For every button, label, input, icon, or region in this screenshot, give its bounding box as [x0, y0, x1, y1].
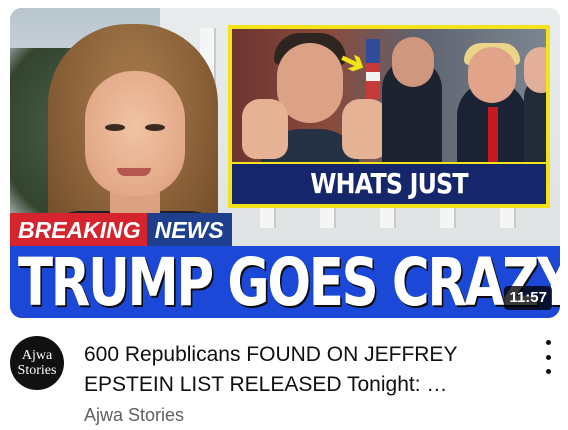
inset-caption: WHATS JUST HAPPEND [232, 162, 546, 204]
channel-avatar[interactable]: Ajwa Stories [10, 336, 64, 390]
video-title[interactable]: 600 Republicans FOUND ON JEFFREY EPSTEIN… [84, 340, 504, 400]
inset-photo: ➔ WHATS JUST HAPPEND [228, 25, 550, 208]
channel-name[interactable]: Ajwa Stories [84, 405, 184, 426]
thumbnail-headline: TRUMP GOES CRAZY!! [18, 244, 560, 318]
video-duration-badge: 11:57 [504, 286, 552, 310]
avatar-text-line2: Stories [17, 363, 57, 378]
breaking-news-banner: BREAKING NEWS [10, 213, 232, 247]
avatar-text-line1: Ajwa [21, 348, 53, 363]
news-label: NEWS [146, 213, 232, 247]
video-meta: Ajwa Stories 600 Republicans FOUND ON JE… [10, 336, 560, 430]
more-vert-icon[interactable] [540, 340, 556, 374]
video-title-line1: 600 Republicans FOUND ON JEFFREY [84, 343, 458, 366]
video-title-line2: EPSTEIN LIST RELEASED Tonight: … [84, 373, 448, 396]
video-thumbnail[interactable]: ➔ WHATS JUST HAPPEND BREAKING NEWS TRUMP… [10, 8, 560, 318]
breaking-label: BREAKING [10, 213, 147, 247]
flag-image [366, 39, 380, 99]
